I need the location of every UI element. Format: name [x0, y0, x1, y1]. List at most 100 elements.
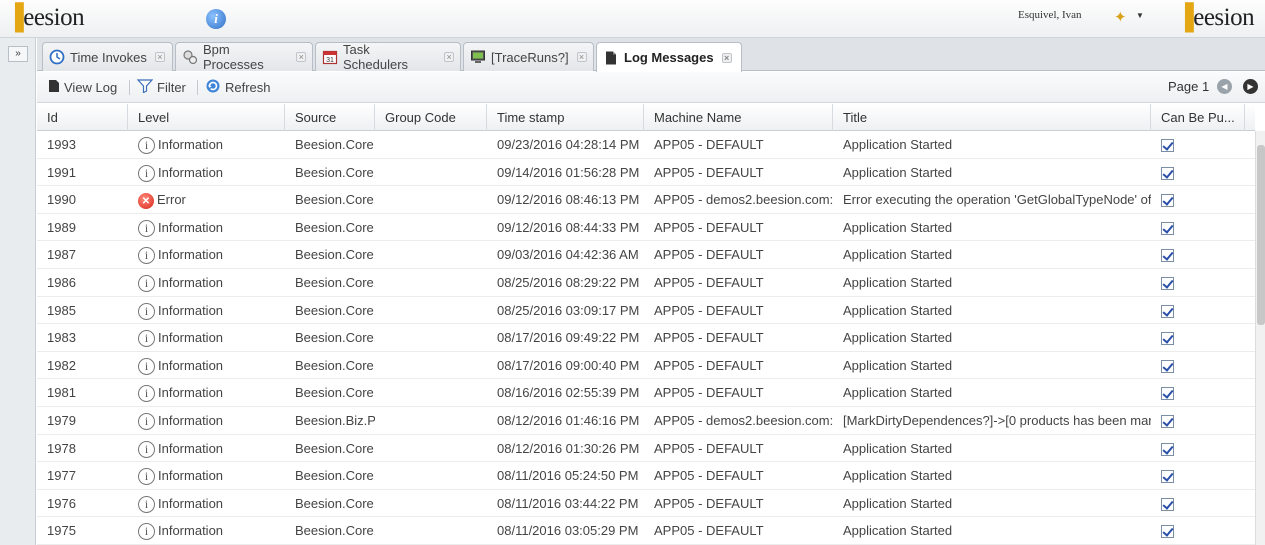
previous-page-button[interactable]: ◀	[1217, 79, 1232, 94]
user-name[interactable]: Esquivel, Ivan	[1018, 9, 1082, 21]
group-cell	[375, 131, 487, 158]
column-header-time-stamp[interactable]: Time stamp	[487, 104, 644, 131]
close-icon[interactable]: ×	[296, 52, 306, 62]
checkbox-checked[interactable]	[1161, 332, 1174, 346]
time-cell: 08/25/2016 03:09:17 PM	[497, 302, 640, 318]
close-icon[interactable]: ×	[444, 52, 454, 62]
can-be-published-cell	[1151, 297, 1245, 324]
key-icon[interactable]: ✦	[1114, 8, 1127, 26]
table-row[interactable]: 1975 i Information Beesion.Core. 08/11/2016 …	[37, 517, 1255, 545]
table-row[interactable]: 1983 i Information Beesion.Core. 08/17/2016 …	[37, 324, 1255, 352]
table-row[interactable]: 1990 ✕ Error Beesion.Core. 09/12/2016 08:46:…	[37, 186, 1255, 214]
level-label: Information	[158, 247, 224, 263]
vertical-scrollbar[interactable]	[1255, 131, 1265, 545]
group-cell	[375, 214, 487, 241]
tab-task-schedulers[interactable]: 31 Task Schedulers ×	[315, 42, 461, 72]
level-cell: i Information	[128, 241, 285, 268]
level-cell: i Information	[128, 324, 285, 351]
checkbox-checked[interactable]	[1161, 304, 1174, 318]
checkbox-checked[interactable]	[1161, 249, 1174, 263]
next-page-button[interactable]: ▶	[1243, 79, 1258, 94]
table-row[interactable]: 1979 i Information Beesion.Biz.P 08/12/2016 …	[37, 407, 1255, 435]
machine-cell: APP05 - DEFAULT	[654, 357, 764, 373]
group-cell	[375, 379, 487, 406]
tab-bpm-processes[interactable]: Bpm Processes ×	[175, 42, 313, 72]
checkbox-checked[interactable]	[1161, 221, 1174, 235]
can-be-published-cell	[1151, 214, 1245, 241]
table-row[interactable]: 1985 i Information Beesion.Core. 08/25/2016 …	[37, 297, 1255, 325]
id-cell: 1990	[47, 192, 76, 208]
table-row[interactable]: 1986 i Information Beesion.Core. 08/25/2016 …	[37, 269, 1255, 297]
time-cell: 08/17/2016 09:49:22 PM	[497, 330, 640, 346]
table-row[interactable]: 1978 i Information Beesion.Core. 08/12/2016 …	[37, 435, 1255, 463]
id-cell: 1989	[47, 219, 76, 235]
can-be-published-cell	[1151, 407, 1245, 434]
column-header-group-code[interactable]: Group Code	[375, 104, 487, 131]
checkbox-checked[interactable]	[1161, 359, 1174, 373]
view-log-button[interactable]: View Log	[48, 78, 117, 96]
column-header-can-be-published[interactable]: Can Be Pu...	[1151, 104, 1245, 131]
checkbox-checked[interactable]	[1161, 387, 1174, 401]
column-header-machine-name[interactable]: Machine Name	[644, 104, 833, 131]
level-label: Information	[158, 523, 224, 539]
checkbox-checked[interactable]	[1161, 525, 1174, 539]
title-cell: Application Started	[843, 137, 953, 152]
chevron-down-icon[interactable]: ▼	[1136, 11, 1144, 20]
table-row[interactable]: 1991 i Information Beesion.Core. 09/14/2016 …	[37, 159, 1255, 187]
title-cell: Application Started	[843, 219, 953, 235]
filter-button[interactable]: Filter	[136, 78, 186, 96]
close-icon[interactable]: ×	[576, 52, 587, 62]
grid-header: Id Level Source Group Code Time stamp Ma…	[37, 104, 1255, 131]
tab-trace-runs[interactable]: [TraceRuns?] ×	[463, 42, 594, 71]
beesion-logo-right: ▐eesion	[1176, 4, 1255, 31]
level-label: Information	[158, 275, 224, 290]
checkbox-checked[interactable]	[1161, 139, 1174, 153]
scrollbar-thumb[interactable]	[1257, 145, 1265, 325]
close-icon[interactable]: ×	[154, 52, 165, 62]
table-row[interactable]: 1977 i Information Beesion.Core. 08/11/2016 …	[37, 462, 1255, 490]
expand-panel-button[interactable]: »	[8, 46, 28, 62]
level-cell: i Information	[128, 269, 285, 296]
table-row[interactable]: 1987 i Information Beesion.Core. 09/03/2016 …	[37, 241, 1255, 269]
column-header-title[interactable]: Title	[833, 104, 1151, 131]
checkbox-checked[interactable]	[1161, 166, 1174, 180]
can-be-published-cell	[1151, 186, 1245, 213]
information-icon: i	[138, 275, 155, 293]
information-icon: i	[138, 219, 155, 237]
checkbox-checked[interactable]	[1161, 497, 1174, 511]
group-cell	[375, 490, 487, 517]
close-icon[interactable]: ×	[721, 52, 732, 63]
id-cell: 1985	[47, 302, 76, 318]
info-icon[interactable]: i	[206, 9, 226, 29]
table-row[interactable]: 1982 i Information Beesion.Core. 08/17/2016 …	[37, 352, 1255, 380]
column-header-id[interactable]: Id	[37, 104, 128, 131]
checkbox-checked[interactable]	[1161, 415, 1174, 429]
tab-time-invokes[interactable]: Time Invokes ×	[42, 42, 173, 71]
machine-cell: APP05 - DEFAULT	[654, 440, 764, 456]
table-row[interactable]: 1981 i Information Beesion.Core. 08/16/2016 …	[37, 379, 1255, 407]
source-cell: Beesion.Biz.P	[295, 413, 375, 428]
tab-label: [TraceRuns?]	[491, 49, 569, 65]
id-cell: 1991	[47, 164, 76, 180]
id-cell: 1986	[47, 275, 76, 290]
checkbox-checked[interactable]	[1161, 194, 1174, 208]
calendar-icon: 31	[322, 49, 338, 65]
column-header-source[interactable]: Source	[285, 104, 375, 131]
time-cell: 08/12/2016 01:46:16 PM	[497, 413, 640, 428]
table-row[interactable]: 1993 i Information Beesion.Core. 09/23/2016 …	[37, 131, 1255, 159]
checkbox-checked[interactable]	[1161, 470, 1174, 484]
table-row[interactable]: 1989 i Information Beesion.Core. 09/12/2016 …	[37, 214, 1255, 242]
beesion-logo[interactable]: ▐eesion	[6, 4, 85, 32]
group-cell	[375, 435, 487, 462]
machine-cell: APP05 - DEFAULT	[654, 164, 764, 180]
table-row[interactable]: 1976 i Information Beesion.Core. 08/11/2016 …	[37, 490, 1255, 518]
level-label: Information	[158, 137, 224, 152]
refresh-button[interactable]: Refresh	[205, 78, 271, 96]
title-cell: [MarkDirtyDependences?]->[0 products has…	[843, 413, 1151, 428]
group-cell	[375, 462, 487, 489]
checkbox-checked[interactable]	[1161, 277, 1174, 291]
column-header-level[interactable]: Level	[128, 104, 285, 131]
checkbox-checked[interactable]	[1161, 442, 1174, 456]
svg-text:31: 31	[326, 57, 334, 64]
tab-log-messages[interactable]: Log Messages ×	[596, 42, 742, 72]
